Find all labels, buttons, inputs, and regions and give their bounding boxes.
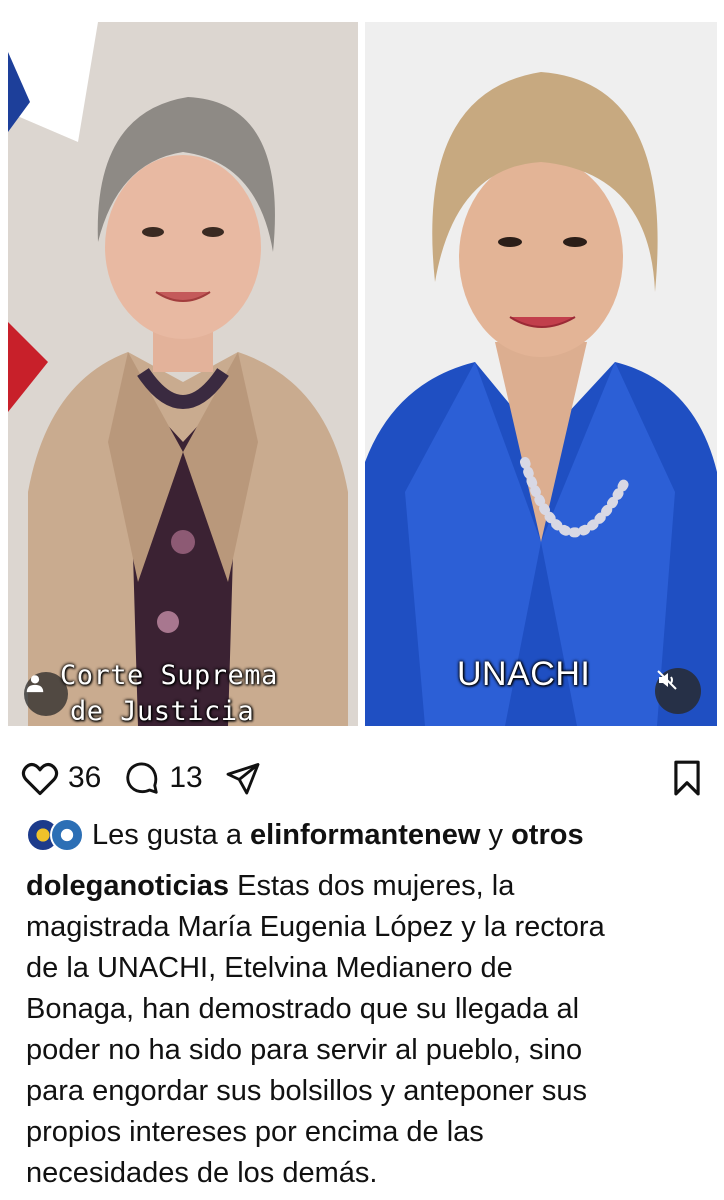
- caption-line: magistrada María Eugenia López y la rect…: [26, 911, 605, 943]
- liked-by-username[interactable]: elinformantenew: [250, 819, 480, 852]
- comment-button[interactable]: 13: [123, 760, 203, 796]
- liked-by-connector: y: [488, 818, 504, 851]
- caption-line: poder no ha sido para servir al pueblo, …: [26, 1034, 583, 1066]
- liked-by-others[interactable]: otros: [511, 819, 584, 852]
- bookmark-icon: [674, 760, 700, 796]
- liked-by-avatars[interactable]: [26, 818, 84, 852]
- share-icon: [226, 763, 260, 795]
- caption-line: Bonaga, han demostrado que su llegada al: [26, 993, 580, 1025]
- caption-username[interactable]: doleganoticias: [26, 870, 229, 902]
- caption-line-1: Corte Suprema: [60, 660, 278, 691]
- image-caption-unachi: UNACHI: [457, 655, 591, 693]
- like-button[interactable]: 36: [20, 760, 101, 796]
- speaker-muted-icon: [657, 670, 677, 690]
- post-caption: doleganoticias Estas dos mujeres, la mag…: [26, 866, 706, 1194]
- action-bar: 36 13: [20, 752, 704, 804]
- liked-by-prefix: Les gusta a: [92, 818, 242, 851]
- caption-line: doleganoticias Estas dos mujeres, la: [26, 866, 706, 907]
- liked-by-row: Les gusta a elinformantenew y otros: [26, 818, 708, 852]
- post-image-right[interactable]: UNACHI: [365, 22, 717, 726]
- post-image-left[interactable]: Corte Suprema de Justicia: [8, 22, 358, 726]
- save-button[interactable]: [670, 759, 704, 797]
- heart-icon: [21, 762, 59, 796]
- avatar: [50, 818, 84, 852]
- caption-line: necesidades de los demás.: [26, 1157, 378, 1189]
- portrait-right-illustration: [365, 22, 717, 726]
- likes-count: 36: [68, 761, 102, 794]
- caption-text: Estas dos mujeres, la: [237, 870, 515, 902]
- share-button[interactable]: [225, 760, 261, 796]
- caption-line: para engordar sus bolsillos y anteponer …: [26, 1075, 587, 1107]
- caption-line: propios intereses por encima de las: [26, 1116, 484, 1148]
- comment-icon: [126, 762, 159, 794]
- portrait-left-illustration: [8, 22, 358, 726]
- comments-count: 13: [169, 761, 203, 794]
- image-caption-corte-suprema: Corte Suprema de Justicia: [60, 658, 278, 726]
- caption-line: de la UNACHI, Etelvina Medianero de: [26, 952, 513, 984]
- caption-line-2: de Justicia: [70, 696, 255, 726]
- mute-button[interactable]: [655, 668, 701, 714]
- instagram-post: Corte Suprema de Justicia UNACHI 36 13 L…: [0, 0, 724, 1200]
